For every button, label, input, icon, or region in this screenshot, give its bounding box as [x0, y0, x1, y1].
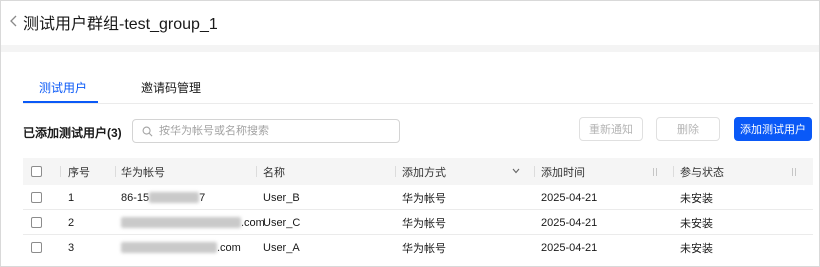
- search-box[interactable]: [132, 119, 400, 143]
- search-input[interactable]: [159, 125, 389, 137]
- row-index: 2: [68, 216, 75, 229]
- sort-icon[interactable]: [790, 167, 798, 177]
- account-suffix: .com: [241, 216, 265, 229]
- column-separator: [395, 166, 396, 177]
- back-arrow-icon[interactable]: [6, 13, 22, 29]
- row-name: User_C: [263, 216, 301, 229]
- redacted-account-mask: [121, 217, 241, 228]
- row-checkbox[interactable]: [31, 192, 42, 203]
- chevron-down-icon[interactable]: [512, 168, 520, 174]
- added-users-count: 已添加测试用户(3): [23, 126, 122, 140]
- renotify-button[interactable]: 重新通知: [579, 117, 643, 141]
- row-time: 2025-04-21: [541, 241, 598, 254]
- row-account: .com: [121, 210, 265, 235]
- column-separator: [534, 166, 535, 177]
- row-account: .com: [121, 235, 241, 260]
- tab-invite-code-label: 邀请码管理: [141, 81, 202, 95]
- account-suffix: .com: [217, 241, 241, 254]
- row-method: 华为帐号: [402, 242, 446, 255]
- account-prefix: 86-15: [121, 191, 150, 204]
- redacted-account-mask: [121, 242, 217, 253]
- page-frame: 测试用户群组-test_group_1 测试用户 邀请码管理 已添加测试用户(3…: [0, 0, 820, 267]
- tab-bar-divider: [23, 103, 813, 104]
- account-suffix: 7: [199, 191, 206, 204]
- row-index: 1: [68, 191, 75, 204]
- tab-test-users-label: 测试用户: [39, 81, 88, 95]
- column-separator: [673, 166, 674, 177]
- header-divider-band: [1, 45, 819, 52]
- table-row: 3 .com User_A 华为帐号 2025-04-21 未安装: [23, 235, 813, 260]
- row-method: 华为帐号: [402, 217, 446, 230]
- table-header-row: 序号 华为帐号 名称 添加方式 添加时间 参与状态: [23, 158, 813, 185]
- add-test-user-button[interactable]: 添加测试用户: [734, 117, 812, 141]
- row-index: 3: [68, 241, 75, 254]
- row-status: 未安装: [680, 217, 713, 230]
- select-all-checkbox[interactable]: [31, 166, 42, 177]
- row-name: User_B: [263, 191, 300, 204]
- delete-button[interactable]: 删除: [656, 117, 720, 141]
- page-header: 测试用户群组-test_group_1: [1, 1, 819, 45]
- column-separator: [60, 166, 61, 177]
- column-separator: [256, 166, 257, 177]
- redacted-account-mask: [149, 192, 200, 203]
- column-header-status: 参与状态: [680, 166, 724, 179]
- column-header-method: 添加方式: [402, 166, 446, 179]
- table-row: 1 86-15 7 User_B 华为帐号 2025-04-21 未安装: [23, 185, 813, 210]
- row-checkbox[interactable]: [31, 242, 42, 253]
- column-header-account: 华为帐号: [121, 166, 165, 179]
- row-account: 86-15 7: [121, 185, 205, 210]
- column-header-time: 添加时间: [541, 166, 585, 179]
- search-icon: [142, 126, 153, 136]
- page-title: 测试用户群组-test_group_1: [23, 16, 218, 33]
- row-time: 2025-04-21: [541, 191, 598, 204]
- row-time: 2025-04-21: [541, 216, 598, 229]
- tab-test-users[interactable]: 测试用户: [39, 79, 87, 96]
- row-method: 华为帐号: [402, 192, 446, 205]
- column-header-index: 序号: [68, 166, 90, 179]
- column-separator: [115, 166, 116, 177]
- row-checkbox[interactable]: [31, 217, 42, 228]
- row-status: 未安装: [680, 242, 713, 255]
- row-status: 未安装: [680, 192, 713, 205]
- sort-icon[interactable]: [651, 167, 659, 177]
- row-name: User_A: [263, 241, 300, 254]
- table-row: 2 .com User_C 华为帐号 2025-04-21 未安装: [23, 210, 813, 235]
- tab-invite-code-management[interactable]: 邀请码管理: [141, 79, 201, 96]
- tab-bar: 测试用户 邀请码管理: [23, 79, 813, 103]
- column-header-name: 名称: [263, 166, 285, 179]
